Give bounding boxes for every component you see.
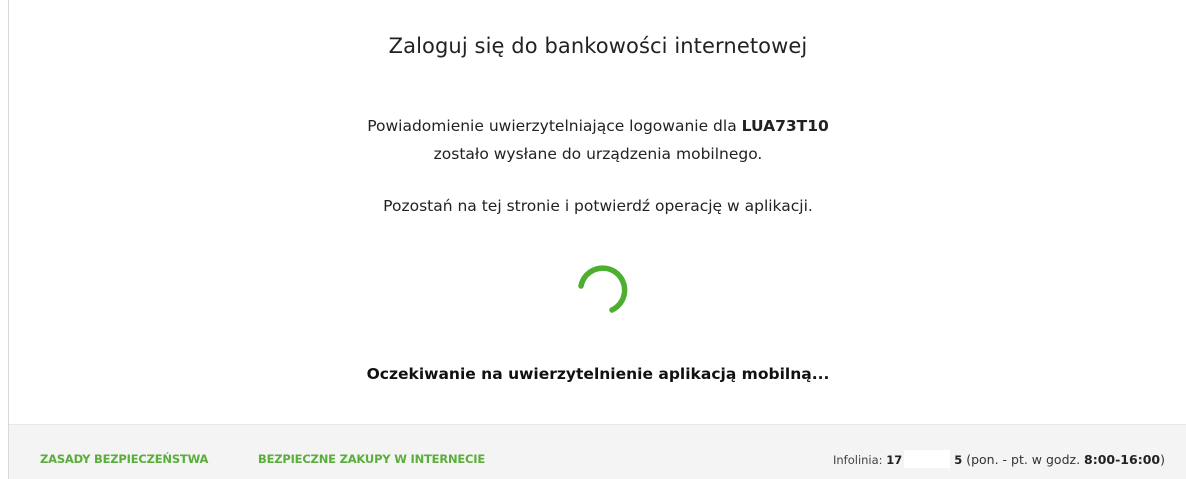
hotline-info: Infolinia: 17 5 (pon. - pt. w godz. 8:00-… xyxy=(833,450,1165,468)
hotline-label: Infolinia: xyxy=(832,453,887,467)
page-frame: Zaloguj się do bankowości internetowej P… xyxy=(8,0,1186,479)
hotline-number-redacted xyxy=(904,450,951,468)
notification-prefix: Powiadomienie uwierzytelniające logowani… xyxy=(367,117,742,135)
login-panel: Zaloguj się do bankowości internetowej P… xyxy=(9,0,1186,424)
hotline-hours: 8:00-16:00 xyxy=(1084,452,1161,467)
security-rules-link[interactable]: ZASADY BEZPIECZEŃSTWA xyxy=(40,452,208,466)
instruction-text: Pozostań na tej stronie i potwierdź oper… xyxy=(383,197,813,215)
notification-message: Powiadomienie uwierzytelniające logowani… xyxy=(9,112,1186,168)
spinner-arc xyxy=(578,265,628,313)
user-id: LUA73T10 xyxy=(741,117,829,135)
hotline-hours-suffix: ) xyxy=(1160,452,1165,467)
waiting-status: Oczekiwanie na uwierzytelnienie aplikacj… xyxy=(366,365,830,383)
page-title: Zaloguj się do bankowości internetowej xyxy=(388,34,808,58)
loading-spinner-icon xyxy=(578,265,628,313)
hotline-number-start: 17 xyxy=(886,453,903,467)
notification-line-2: zostało wysłane do urządzenia mobilnego. xyxy=(433,145,763,163)
hotline-hours-prefix: (pon. - pt. w godz. xyxy=(962,452,1085,467)
safe-shopping-link[interactable]: BEZPIECZNE ZAKUPY W INTERNECIE xyxy=(258,452,485,466)
footer: ZASADY BEZPIECZEŃSTWA BEZPIECZNE ZAKUPY … xyxy=(9,424,1186,479)
